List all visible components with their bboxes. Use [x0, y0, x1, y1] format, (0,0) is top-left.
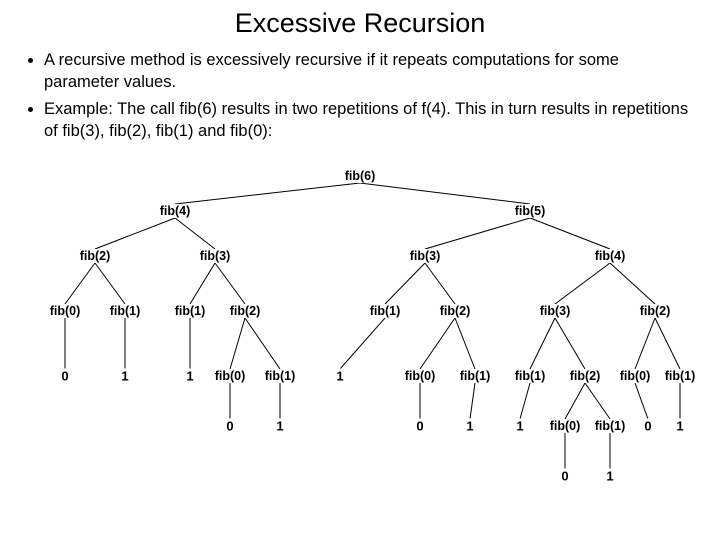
tree-leaf: 0: [644, 419, 651, 434]
tree-node: fib(2): [640, 304, 671, 318]
tree-node: fib(2): [80, 249, 111, 263]
tree-node: fib(3): [410, 249, 441, 263]
tree-edges: [20, 166, 700, 536]
tree-node: fib(1): [370, 304, 401, 318]
tree-node: fib(2): [570, 369, 601, 383]
tree-leaf: 1: [516, 419, 523, 434]
tree-node: fib(1): [175, 304, 206, 318]
tree-leaf: 1: [606, 469, 613, 484]
tree-node: fib(1): [110, 304, 141, 318]
tree-node: fib(2): [230, 304, 261, 318]
tree-node: fib(0): [50, 304, 81, 318]
tree-node: fib(0): [550, 419, 581, 433]
recursion-tree: fib(6) fib(4) fib(5) fib(2) fib(3) fib(3) fib(…: [20, 166, 700, 536]
tree-node: fib(1): [460, 369, 491, 383]
tree-leaf: 1: [676, 419, 683, 434]
tree-leaf: 0: [416, 419, 423, 434]
tree-leaf: 0: [61, 369, 68, 384]
tree-node: fib(5): [515, 204, 546, 218]
bullet-list: A recursive method is excessively recurs…: [24, 49, 696, 142]
tree-node: fib(4): [160, 204, 191, 218]
tree-node: fib(3): [540, 304, 571, 318]
tree-node: fib(0): [405, 369, 436, 383]
tree-node: fib(1): [515, 369, 546, 383]
bullet-item: Example: The call fib(6) results in two …: [44, 98, 696, 143]
tree-leaf: 0: [561, 469, 568, 484]
tree-node: fib(0): [620, 369, 651, 383]
tree-node: fib(6): [345, 169, 376, 183]
bullet-item: A recursive method is excessively recurs…: [44, 49, 696, 94]
tree-node: fib(1): [595, 419, 626, 433]
tree-leaf: 1: [186, 369, 193, 384]
tree-node: fib(1): [265, 369, 296, 383]
tree-node: fib(4): [595, 249, 626, 263]
tree-leaf: 1: [276, 419, 283, 434]
page-title: Excessive Recursion: [0, 8, 720, 39]
tree-leaf: 0: [226, 419, 233, 434]
tree-node: fib(3): [200, 249, 231, 263]
tree-leaf: 1: [466, 419, 473, 434]
tree-node: fib(1): [665, 369, 696, 383]
tree-node: fib(0): [215, 369, 246, 383]
tree-leaf: 1: [336, 369, 343, 384]
tree-leaf: 1: [121, 369, 128, 384]
tree-node: fib(2): [440, 304, 471, 318]
